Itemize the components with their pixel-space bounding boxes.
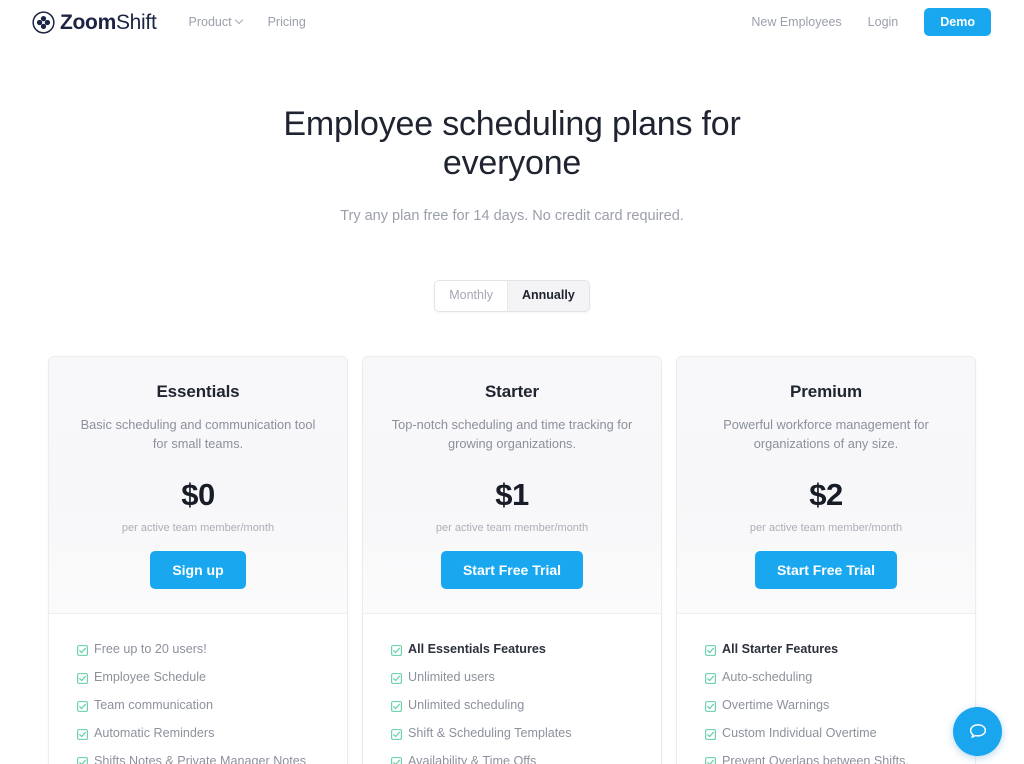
billing-toggle-annually[interactable]: Annually xyxy=(506,280,589,311)
pricing-card: Starter Top-notch scheduling and time tra… xyxy=(362,355,662,764)
plan-feature-item: Employee Schedule xyxy=(71,668,325,688)
plan-feature-label: Availability & Time Offs xyxy=(408,754,537,764)
plan-feature-item: Team communication xyxy=(71,696,325,716)
plan-feature-item: Prevent Overlaps between Shifts, Availab… xyxy=(699,752,953,764)
plan-feature-item: Availability & Time Offs xyxy=(385,752,639,764)
plan-feature-label: Shifts Notes & Private Manager Notes xyxy=(94,754,307,764)
plan-feature-label: Shift & Scheduling Templates xyxy=(408,726,572,741)
plan-cta-button[interactable]: Sign up xyxy=(150,551,246,590)
nav-item-login-label: Login xyxy=(867,14,899,29)
billing-period-toggle[interactable]: Monthly Annually xyxy=(434,279,590,312)
plan-price: $1 xyxy=(495,477,529,513)
hero-section: Employee scheduling plans for everyone T… xyxy=(0,44,1024,224)
plan-feature-item: Shifts Notes & Private Manager Notes xyxy=(71,752,325,764)
brand-name-bold: Zoom xyxy=(60,10,116,34)
nav-item-new-employees-label: New Employees xyxy=(751,14,842,29)
plan-name: Starter xyxy=(484,381,540,401)
plan-description: Basic scheduling and communication tool … xyxy=(80,416,316,452)
plan-feature-label: Team communication xyxy=(94,698,213,713)
page-title: Employee scheduling plans for everyone xyxy=(283,105,741,183)
brand-wordmark: ZoomShift xyxy=(60,12,157,33)
check-box-icon xyxy=(391,727,402,741)
plan-feature-item: All Essentials Features xyxy=(385,640,639,660)
plan-name: Essentials xyxy=(156,381,240,401)
plan-feature-item: Overtime Warnings xyxy=(699,696,953,716)
plan-feature-label: Employee Schedule xyxy=(94,670,207,685)
plan-feature-label: Prevent Overlaps between Shifts, Availab… xyxy=(722,754,909,764)
billing-toggle-wrapper: Monthly Annually xyxy=(0,279,1024,312)
plan-feature-label: Auto-scheduling xyxy=(722,670,813,685)
pricing-card-header: Premium Powerful workforce management for… xyxy=(677,356,975,615)
pricing-card-header: Essentials Basic scheduling and communica… xyxy=(49,356,347,615)
chevron-down-icon xyxy=(236,17,243,24)
plan-cta-button[interactable]: Start Free Trial xyxy=(754,551,898,590)
check-box-icon xyxy=(705,671,716,685)
check-box-icon xyxy=(77,727,88,741)
check-box-icon xyxy=(391,671,402,685)
plan-feature-label: Automatic Reminders xyxy=(94,726,215,741)
plan-description: Top-notch scheduling and time tracking f… xyxy=(391,416,633,452)
plan-feature-list: All Starter Features Auto-scheduling Overt… xyxy=(677,614,975,764)
plan-feature-item: Unlimited scheduling xyxy=(385,696,639,716)
plan-price: $0 xyxy=(181,477,215,513)
plan-price: $2 xyxy=(809,477,843,513)
chat-launcher-button[interactable] xyxy=(953,707,1002,756)
check-box-icon xyxy=(391,643,402,657)
plan-feature-item: Unlimited users xyxy=(385,668,639,688)
plan-feature-list: Free up to 20 users! Employee Schedule Tea… xyxy=(49,614,347,764)
plan-feature-label: Free up to 20 users! xyxy=(94,642,207,657)
plan-price-unit: per active team member/month xyxy=(435,522,589,535)
nav-item-product-label: Product xyxy=(188,14,232,29)
pricing-card: Essentials Basic scheduling and communica… xyxy=(48,355,348,764)
pricing-plans-grid: Essentials Basic scheduling and communica… xyxy=(0,312,1024,764)
brand-logo[interactable]: ZoomShift xyxy=(32,10,157,34)
plan-feature-item: Auto-scheduling xyxy=(699,668,953,688)
plan-name: Premium xyxy=(789,381,863,401)
plan-feature-item: Automatic Reminders xyxy=(71,724,325,744)
plan-feature-list: All Essentials Features Unlimited users Un… xyxy=(363,614,661,764)
chat-bubble-icon xyxy=(967,721,989,743)
plan-feature-label: Unlimited users xyxy=(408,670,495,685)
zoomshift-pinwheel-logo-icon xyxy=(32,10,55,34)
demo-button[interactable]: Demo xyxy=(924,7,991,37)
nav-item-new-employees[interactable]: New Employees xyxy=(751,16,841,29)
check-box-icon xyxy=(77,699,88,713)
pricing-card-header: Starter Top-notch scheduling and time tra… xyxy=(363,356,661,615)
nav-item-login[interactable]: Login xyxy=(868,16,899,29)
nav-item-pricing[interactable]: Pricing xyxy=(268,16,306,29)
secondary-nav: New Employees Login Demo xyxy=(751,7,991,37)
plan-price-unit: per active team member/month xyxy=(121,522,275,535)
plan-feature-item: Shift & Scheduling Templates xyxy=(385,724,639,744)
brand-name-light: Shift xyxy=(115,10,157,34)
plan-feature-label: Overtime Warnings xyxy=(722,698,830,713)
plan-feature-item: Free up to 20 users! xyxy=(71,640,325,660)
pricing-card: Premium Powerful workforce management for… xyxy=(676,355,976,764)
plan-feature-label: Unlimited scheduling xyxy=(408,698,525,713)
check-box-icon xyxy=(391,699,402,713)
plan-feature-label: Custom Individual Overtime xyxy=(722,726,877,741)
check-box-icon xyxy=(705,699,716,713)
plan-cta-button[interactable]: Start Free Trial xyxy=(440,551,584,590)
plan-feature-item: All Starter Features xyxy=(699,640,953,660)
check-box-icon xyxy=(391,755,402,764)
plan-description: Powerful workforce management for organi… xyxy=(723,416,929,452)
site-header: ZoomShift Product Pricing New Employees … xyxy=(0,0,1024,44)
plan-feature-label: All Essentials Features xyxy=(408,642,546,657)
check-box-icon xyxy=(705,643,716,657)
check-box-icon xyxy=(705,755,716,764)
plan-feature-item: Custom Individual Overtime xyxy=(699,724,953,744)
check-box-icon xyxy=(705,727,716,741)
nav-item-product[interactable]: Product xyxy=(189,16,243,29)
nav-item-pricing-label: Pricing xyxy=(267,14,306,29)
check-box-icon xyxy=(77,671,88,685)
plan-feature-label: All Starter Features xyxy=(722,642,839,657)
check-box-icon xyxy=(77,755,88,764)
primary-nav: Product Pricing xyxy=(189,16,306,29)
billing-toggle-monthly[interactable]: Monthly xyxy=(435,280,507,311)
plan-price-unit: per active team member/month xyxy=(749,522,903,535)
check-box-icon xyxy=(77,643,88,657)
hero-subtitle: Try any plan free for 14 days. No credit… xyxy=(340,207,684,224)
